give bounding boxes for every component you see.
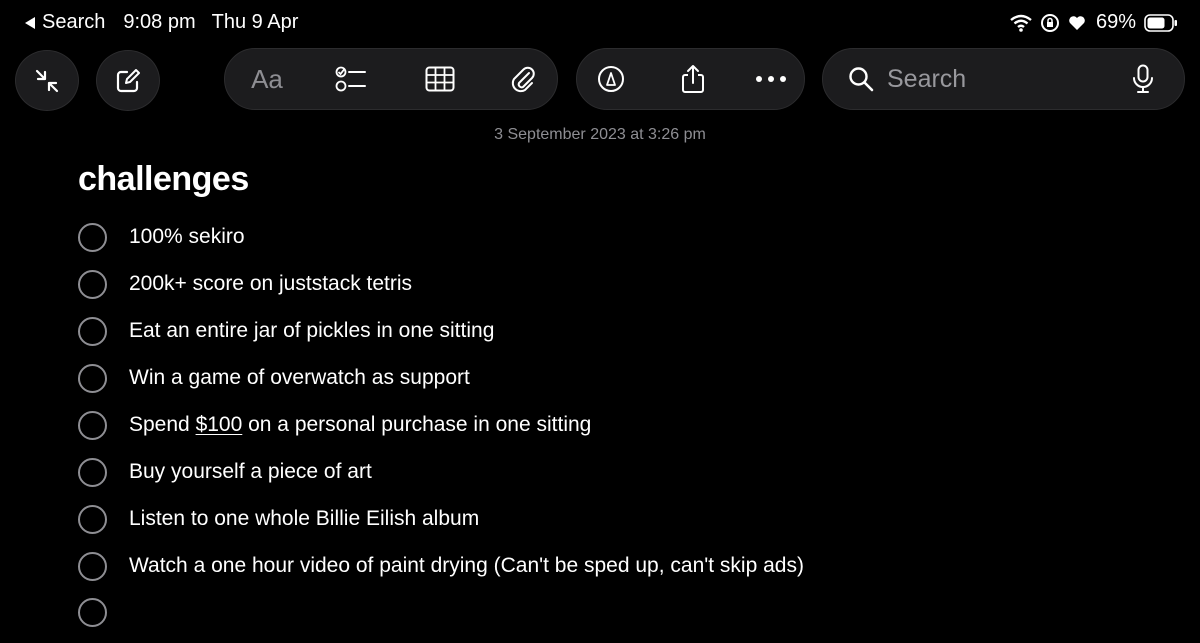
checklist-item-empty[interactable] (78, 592, 129, 632)
search-icon (849, 67, 874, 92)
actions-toolbar (576, 48, 805, 110)
back-triangle-icon (25, 16, 35, 29)
checklist-item[interactable]: Listen to one whole Billie Eilish album (78, 499, 479, 539)
status-bar: Search 9:08 pm Thu 9 Apr 69% (0, 0, 1200, 46)
checklist-item-text[interactable]: Buy yourself a piece of art (129, 460, 372, 484)
checklist-item[interactable]: Buy yourself a piece of art (78, 452, 372, 492)
checkbox-circle-icon[interactable] (78, 457, 107, 487)
collapse-button[interactable] (15, 50, 79, 111)
checklist-item[interactable]: Watch a one hour video of paint drying (… (78, 546, 804, 586)
table-button[interactable] (420, 59, 460, 99)
microphone-icon (1133, 64, 1153, 93)
attachment-button[interactable] (503, 59, 543, 99)
checklist-item-text[interactable]: Eat an entire jar of pickles in one sitt… (129, 319, 494, 343)
checklist-item-text[interactable]: 200k+ score on juststack tetris (129, 272, 412, 296)
format-toolbar: Aa (224, 48, 558, 110)
battery-percent: 69% (1095, 11, 1136, 33)
markup-icon (598, 66, 624, 92)
checklist-item-text[interactable]: Listen to one whole Billie Eilish album (129, 507, 479, 531)
checkbox-circle-icon[interactable] (78, 269, 107, 299)
status-date: Thu 9 Apr (211, 11, 299, 33)
table-icon (425, 66, 455, 92)
checklist-item[interactable]: 200k+ score on juststack tetris (78, 264, 412, 304)
checklist-item[interactable]: Eat an entire jar of pickles in one sitt… (78, 311, 494, 351)
dictation-button[interactable] (1129, 63, 1157, 95)
checklist-item-text[interactable]: Win a game of overwatch as support (129, 366, 470, 390)
search-field[interactable]: Search (822, 48, 1185, 110)
checkbox-circle-icon[interactable] (78, 316, 107, 346)
more-icon (756, 76, 786, 82)
checkbox-circle-icon[interactable] (78, 504, 107, 534)
search-icon-wrap (847, 65, 875, 93)
back-label: Search (42, 11, 106, 33)
amount-link[interactable]: $100 (196, 413, 243, 436)
checkbox-circle-icon[interactable] (78, 551, 107, 581)
note-title[interactable]: challenges (78, 160, 249, 199)
checkbox-circle-icon[interactable] (78, 222, 107, 252)
checkbox-circle-icon[interactable] (78, 410, 107, 440)
format-button[interactable]: Aa (247, 59, 287, 99)
heart-icon (1069, 15, 1085, 30)
status-time: 9:08 pm (123, 11, 196, 33)
checklist-item[interactable]: 100% sekiro (78, 217, 245, 257)
checklist-item-text[interactable]: Spend $100 on a personal purchase in one… (129, 413, 591, 437)
search-placeholder: Search (887, 64, 967, 93)
item-text-before: Spend (129, 413, 196, 436)
share-icon (682, 65, 704, 93)
checkbox-circle-icon[interactable] (78, 597, 107, 627)
checklist-button[interactable] (331, 59, 371, 99)
checklist-item-text[interactable]: Watch a one hour video of paint drying (… (129, 554, 804, 578)
more-button[interactable] (751, 59, 791, 99)
markup-button[interactable] (591, 59, 631, 99)
compose-button[interactable] (96, 50, 160, 111)
share-button[interactable] (673, 59, 713, 99)
paperclip-icon (511, 66, 535, 93)
checklist-item[interactable]: Spend $100 on a personal purchase in one… (78, 405, 591, 445)
checklist-icon (335, 66, 366, 92)
collapse-icon (35, 69, 59, 92)
compose-icon (116, 68, 140, 92)
back-to-search[interactable]: Search (24, 11, 105, 34)
checkbox-circle-icon[interactable] (78, 363, 107, 393)
checklist-item-text[interactable]: 100% sekiro (129, 225, 245, 249)
orientation-lock-icon (1040, 13, 1059, 32)
wifi-icon (1010, 14, 1032, 32)
item-text-after: on a personal purchase in one sitting (242, 413, 592, 436)
note-timestamp: 3 September 2023 at 3:26 pm (494, 126, 706, 143)
battery-icon (1144, 13, 1177, 32)
checklist-item[interactable]: Win a game of overwatch as support (78, 358, 470, 398)
